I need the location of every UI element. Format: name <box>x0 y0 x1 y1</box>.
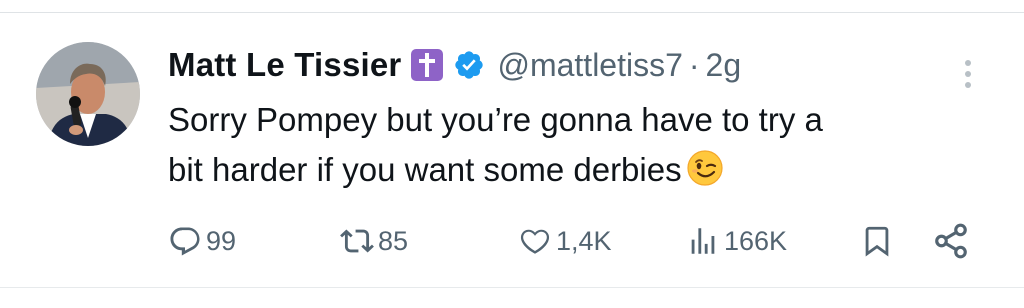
winking-face-icon <box>686 149 724 201</box>
tweet-text: Sorry Pompey but you’re gonna have to tr… <box>168 95 988 201</box>
share-icon <box>932 222 970 260</box>
heart-icon <box>518 224 552 258</box>
author-handle[interactable]: @mattletiss7 <box>497 47 682 84</box>
views-icon <box>686 224 720 258</box>
tweet-text-line-2-content: bit harder if you want some derbies <box>168 151 682 188</box>
bookmark-button[interactable] <box>860 219 894 263</box>
tweet-text-line-1: Sorry Pompey but you’re gonna have to tr… <box>168 101 823 138</box>
timestamp[interactable]: 2g <box>706 47 742 84</box>
tweet[interactable]: Matt Le Tissier @mattletiss7 · 2g Sorry … <box>0 13 1024 287</box>
repost-icon <box>340 224 374 258</box>
verified-badge-icon[interactable] <box>453 49 485 81</box>
bottom-divider <box>0 287 1024 288</box>
views-count: 166K <box>724 225 788 256</box>
reply-icon <box>168 224 202 258</box>
tweet-text-line-2: bit harder if you want some derbies <box>168 145 988 201</box>
repost-button[interactable]: 85 <box>340 219 408 263</box>
latin-cross-icon <box>411 49 444 81</box>
bookmark-icon <box>860 224 894 258</box>
repost-count: 85 <box>378 225 409 256</box>
tweet-header: Matt Le Tissier @mattletiss7 · 2g <box>168 43 741 87</box>
reply-button[interactable]: 99 <box>168 219 236 263</box>
avatar[interactable] <box>36 42 140 146</box>
like-count: 1,4K <box>556 225 612 256</box>
more-vertical-icon[interactable] <box>958 57 978 97</box>
share-button[interactable] <box>932 219 970 263</box>
like-button[interactable]: 1,4K <box>518 219 612 263</box>
author-name[interactable]: Matt Le Tissier <box>168 46 401 84</box>
separator-dot: · <box>688 46 700 83</box>
reply-count: 99 <box>206 225 237 256</box>
views-button[interactable]: 166K <box>686 219 787 263</box>
action-bar: 99 85 1,4K 166K <box>0 219 1024 263</box>
